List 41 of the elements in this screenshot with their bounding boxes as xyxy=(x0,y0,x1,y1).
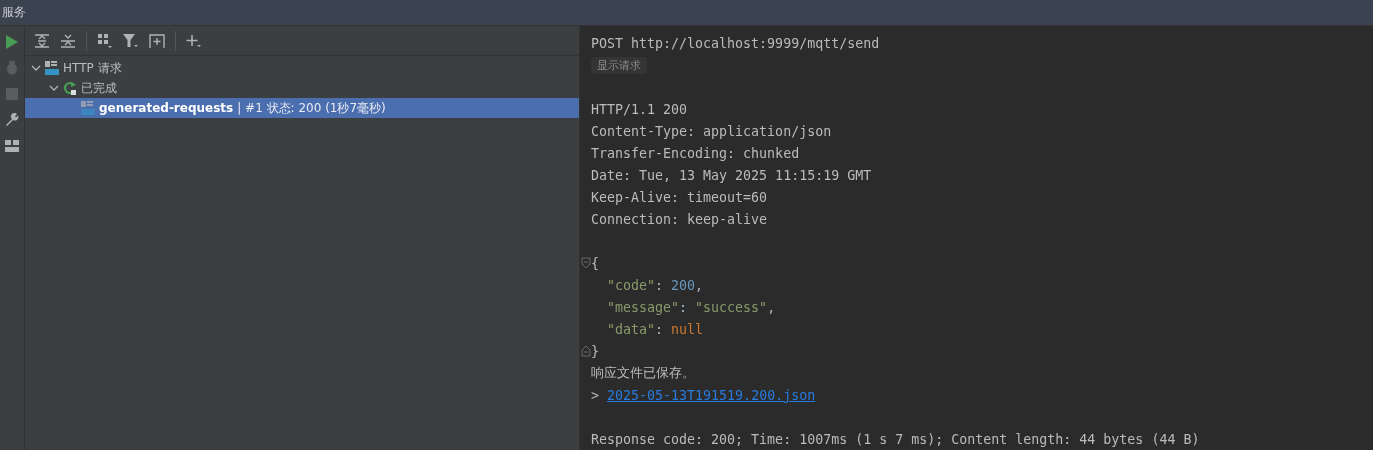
add-icon[interactable] xyxy=(186,33,202,48)
prompt-marker: > xyxy=(591,387,599,403)
json-brace: { xyxy=(591,255,599,271)
fold-icon[interactable] xyxy=(581,345,591,357)
console-text: HTTP/1.1 200 xyxy=(591,101,688,117)
chevron-icon[interactable] xyxy=(31,63,41,73)
json-brace: } xyxy=(591,343,599,359)
console-text: POST http://localhost:9999/mqtt/send xyxy=(591,35,880,51)
rerun-icon xyxy=(63,81,77,95)
request-status: | #1 状态: 200 (1秒7毫秒) xyxy=(237,99,386,117)
json-member: "message": "success", xyxy=(607,299,776,315)
json-member: "code": 200, xyxy=(607,277,704,293)
grid-icon[interactable] xyxy=(98,33,112,48)
wrench-icon[interactable] xyxy=(5,113,19,127)
fold-icon[interactable] xyxy=(581,257,591,269)
console-text: Response code: 200; Time: 1007ms (1 s 7 ms); Content length: 44 bytes (44 B) xyxy=(591,431,1200,447)
tree-row[interactable]: 已完成 xyxy=(25,78,579,98)
api-icon xyxy=(45,61,59,75)
filter-icon[interactable] xyxy=(123,33,139,48)
json-member: "data": null xyxy=(607,321,704,337)
chevron-icon[interactable] xyxy=(49,83,59,93)
console-text: Date: Tue, 13 May 2025 11:15:19 GMT xyxy=(591,167,872,183)
console-text: Transfer-Encoding: chunked xyxy=(591,145,800,161)
file-link[interactable]: 2025-05-13T191519.200.json xyxy=(607,387,816,403)
console-text: Keep-Alive: timeout=60 xyxy=(591,189,768,205)
tree-label: HTTP 请求 xyxy=(63,59,122,77)
expand-all-icon[interactable] xyxy=(35,33,49,48)
window-title: 服务 xyxy=(2,4,26,21)
console-text: 响应文件已保存。 xyxy=(591,364,695,382)
tree-label: 已完成 xyxy=(81,79,117,97)
console-text: Connection: keep-alive xyxy=(591,211,768,227)
tree-row[interactable]: generated-requests | #1 状态: 200 (1秒7毫秒) xyxy=(25,98,579,118)
layout-icon[interactable] xyxy=(5,140,19,152)
api-icon xyxy=(81,101,95,115)
run-icon[interactable] xyxy=(6,35,18,49)
collapse-all-icon[interactable] xyxy=(61,33,75,48)
console-text: Content-Type: application/json xyxy=(591,123,832,139)
add-frame-icon[interactable] xyxy=(149,33,165,48)
request-name: generated-requests xyxy=(99,101,234,115)
show-request-button[interactable]: 显示请求 xyxy=(591,56,647,74)
tree-row[interactable]: HTTP 请求 xyxy=(25,58,579,78)
